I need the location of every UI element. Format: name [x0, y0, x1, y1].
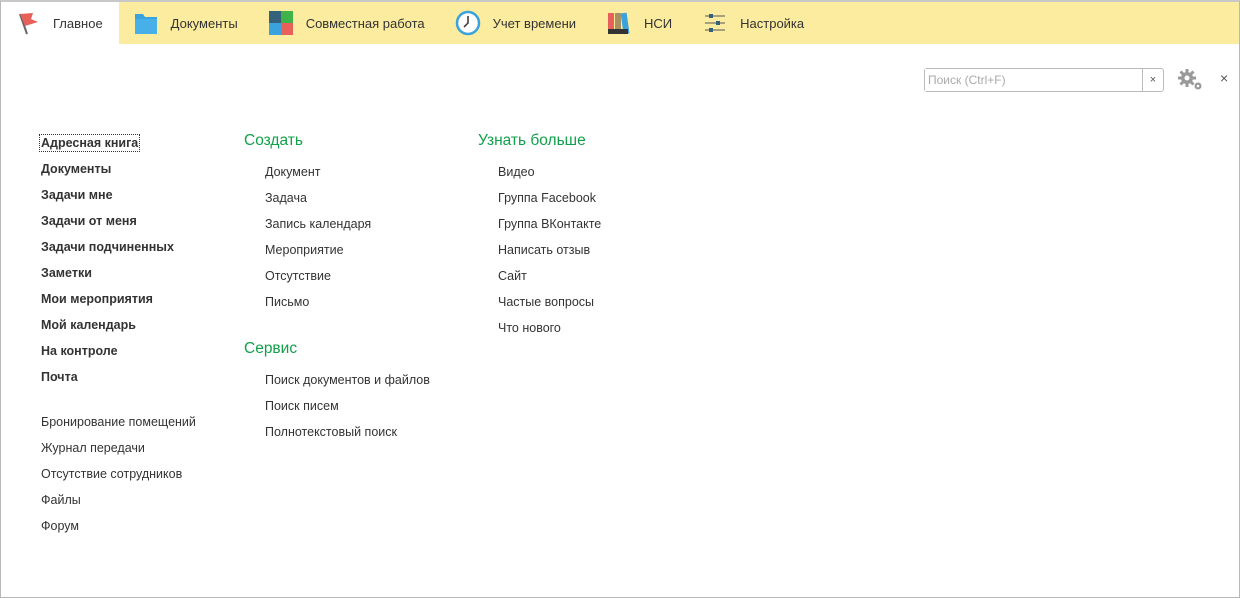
- folder-icon: [133, 10, 159, 36]
- clock-icon: [455, 10, 481, 36]
- create-link[interactable]: Мероприятие: [265, 243, 344, 257]
- create-heading: Создать: [244, 132, 303, 149]
- create-link[interactable]: Документ: [265, 165, 320, 179]
- gear-icon[interactable]: [1176, 68, 1204, 95]
- tab-documents[interactable]: Документы: [119, 2, 254, 44]
- main-link[interactable]: Задачи мне: [41, 188, 113, 202]
- search-clear-button[interactable]: ×: [1142, 69, 1163, 91]
- tab-label: Главное: [53, 15, 103, 31]
- learn-more-link[interactable]: Написать отзыв: [498, 243, 590, 257]
- service-link[interactable]: Поиск писем: [265, 399, 339, 413]
- main-link[interactable]: Мои мероприятия: [41, 292, 153, 306]
- tab-label: Совместная работа: [305, 15, 425, 31]
- create-link[interactable]: Письмо: [265, 295, 309, 309]
- tab-label: Документы: [170, 15, 238, 31]
- main-link[interactable]: Адресная книга: [38, 134, 141, 152]
- learn-more-link[interactable]: Группа Facebook: [498, 191, 596, 205]
- learn-more-link[interactable]: Сайт: [498, 269, 527, 283]
- other-link[interactable]: Бронирование помещений: [41, 415, 196, 429]
- create-link[interactable]: Отсутствие: [265, 269, 331, 283]
- tab-label: Настройка: [740, 15, 805, 31]
- learn-more-link[interactable]: Что нового: [498, 321, 561, 335]
- search-box: ×: [924, 68, 1164, 92]
- puzzle-icon: [268, 10, 294, 36]
- other-link[interactable]: Журнал передачи: [41, 441, 145, 455]
- close-button[interactable]: ×: [1220, 70, 1228, 86]
- flag-icon: [15, 10, 41, 36]
- binders-icon: [606, 10, 632, 36]
- tab-label: НСИ: [644, 15, 673, 31]
- main-link[interactable]: Задачи подчиненных: [41, 240, 174, 254]
- main-link[interactable]: Заметки: [41, 266, 92, 280]
- tab-time-tracking[interactable]: Учет времени: [441, 2, 592, 44]
- learn-more-link[interactable]: Группа ВКонтакте: [498, 217, 601, 231]
- tab-label: Учет времени: [492, 15, 577, 31]
- sliders-icon: [702, 10, 728, 36]
- main-link[interactable]: Задачи от меня: [41, 214, 137, 228]
- service-heading: Сервис: [244, 340, 298, 357]
- main-link[interactable]: Мой календарь: [41, 318, 136, 332]
- create-link[interactable]: Задача: [265, 191, 307, 205]
- section-tabs: Главное Документы Совместная работа Учет…: [1, 2, 1239, 44]
- learn-more-link[interactable]: Видео: [498, 165, 535, 179]
- other-link[interactable]: Файлы: [41, 493, 81, 507]
- tab-settings[interactable]: Настройка: [688, 2, 820, 44]
- main-link[interactable]: На контроле: [41, 344, 118, 358]
- create-link[interactable]: Запись календаря: [265, 217, 371, 231]
- tab-reference-data[interactable]: НСИ: [592, 2, 688, 44]
- learn-more-link[interactable]: Частые вопросы: [498, 295, 594, 309]
- other-link[interactable]: Форум: [41, 519, 79, 533]
- main-link[interactable]: Почта: [41, 370, 78, 384]
- main-link[interactable]: Документы: [41, 162, 111, 176]
- learn-more-heading: Узнать больше: [478, 132, 586, 149]
- service-link[interactable]: Полнотекстовый поиск: [265, 425, 397, 439]
- other-link[interactable]: Отсутствие сотрудников: [41, 467, 182, 481]
- search-input[interactable]: [925, 69, 1142, 91]
- tab-collaboration[interactable]: Совместная работа: [254, 2, 441, 44]
- service-link[interactable]: Поиск документов и файлов: [265, 373, 430, 387]
- tab-main[interactable]: Главное: [1, 2, 119, 44]
